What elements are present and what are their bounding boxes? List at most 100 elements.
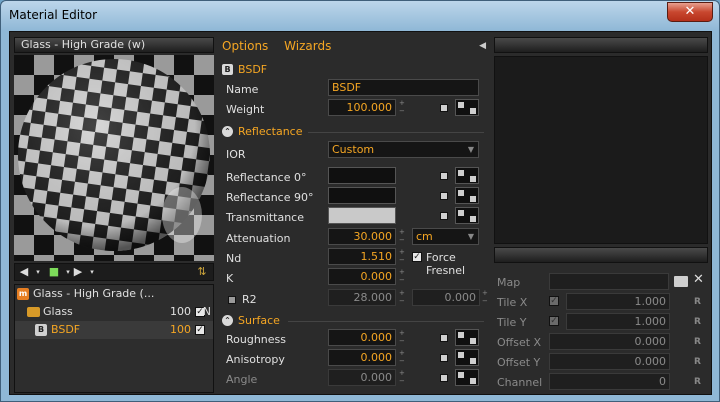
nd-label: Nd (226, 252, 242, 265)
offset-y-reset-button[interactable]: R (694, 357, 701, 367)
force-fresnel-checkbox[interactable]: ✓ (412, 252, 422, 262)
angle-spinner[interactable]: + − (399, 369, 405, 385)
channel-reset-button[interactable]: R (694, 377, 701, 387)
name-input[interactable]: BSDF (328, 79, 479, 96)
reflectance-90-label: Reflectance 90° (226, 191, 314, 204)
roughness-spinner[interactable]: + − (399, 329, 405, 345)
tile-y-checkbox[interactable]: ✓ (549, 316, 559, 326)
angle-texture-button[interactable] (455, 369, 479, 386)
reflectance-0-color[interactable] (328, 167, 396, 184)
dropdown-arrow-icon[interactable]: ▾ (85, 266, 99, 278)
menu-bar: Options Wizards (222, 39, 343, 53)
weight-label: Weight (226, 103, 265, 116)
bsdf-section-icon: B (222, 64, 233, 75)
dropdown-arrow-icon[interactable]: ▾ (31, 266, 45, 278)
forward-arrow-icon[interactable]: ▶ (71, 266, 85, 278)
back-arrow-icon[interactable]: ◀ (17, 266, 31, 278)
chevron-down-icon: ▼ (467, 145, 474, 154)
angle-label: Angle (226, 373, 258, 386)
close-button[interactable]: ✕ (667, 2, 713, 22)
map-path-input[interactable] (549, 273, 669, 290)
nd-input[interactable]: 1.510 (328, 248, 396, 265)
r2-input-2[interactable]: 0.000 (412, 289, 480, 306)
anisotropy-texture-button[interactable] (455, 349, 479, 366)
tile-x-input[interactable]: 1.000 (566, 293, 670, 310)
editor-client-area: Glass - High Grade (w) ◀ ▾ ■ ▾ ▶ ▾ ⇅ m G… (9, 31, 712, 395)
channel-label: Channel (497, 376, 543, 389)
r2-spinner-2[interactable]: + − (482, 289, 488, 305)
options-menu[interactable]: Options (222, 39, 268, 53)
r2-spinner[interactable]: + − (399, 289, 405, 305)
tile-x-checkbox[interactable]: ✓ (549, 296, 559, 306)
offset-x-input[interactable]: 0.000 (549, 333, 670, 350)
section-reflectance[interactable]: ⌃ Reflectance (222, 125, 303, 138)
section-surface[interactable]: ⌃ Surface (222, 314, 280, 327)
add-material-icon[interactable]: ■ (47, 266, 61, 278)
reflectance-90-color[interactable] (328, 187, 396, 204)
tile-x-reset-button[interactable]: R (694, 297, 701, 307)
anisotropy-map-checkbox[interactable] (440, 354, 448, 362)
roughness-input[interactable]: 0.000 (328, 329, 396, 346)
angle-input[interactable]: 0.000 (328, 369, 396, 386)
channel-input[interactable]: 0 (549, 373, 670, 390)
reflectance-0-texture-button[interactable] (455, 167, 479, 184)
name-label: Name (226, 83, 259, 96)
attenuation-unit-dropdown[interactable]: cm ▼ (412, 228, 479, 245)
transmittance-color[interactable] (328, 207, 396, 224)
texture-preview-area[interactable] (494, 56, 708, 244)
collapse-arrow-icon[interactable]: ◀ (479, 41, 486, 51)
material-preview[interactable] (14, 55, 214, 261)
attenuation-label: Attenuation (226, 232, 291, 245)
offset-y-input[interactable]: 0.000 (549, 353, 670, 370)
weight-spinner[interactable]: + − (399, 99, 405, 115)
attenuation-spinner[interactable]: + − (399, 228, 405, 244)
ior-label: IOR (226, 148, 246, 161)
r2-checkbox[interactable] (228, 296, 236, 304)
tile-y-label: Tile Y (497, 316, 527, 329)
tile-y-input[interactable]: 1.000 (566, 313, 670, 330)
offset-x-reset-button[interactable]: R (694, 337, 701, 347)
tree-item-value: 100 (170, 323, 191, 336)
wizards-menu[interactable]: Wizards (284, 39, 331, 53)
title-bar[interactable]: Material Editor ✕ (1, 1, 719, 31)
r2-input[interactable]: 28.000 (328, 289, 396, 306)
clear-map-icon[interactable]: ✕ (693, 272, 704, 287)
collapse-icon: ⌃ (222, 126, 233, 137)
k-spinner[interactable]: + − (399, 268, 405, 284)
transmittance-label: Transmittance (226, 211, 304, 224)
weight-input[interactable]: 100.000 (328, 99, 396, 116)
tile-y-reset-button[interactable]: R (694, 317, 701, 327)
ior-dropdown[interactable]: Custom ▼ (328, 141, 479, 158)
k-input[interactable]: 0.000 (328, 268, 396, 285)
section-bsdf[interactable]: B BSDF (222, 63, 267, 76)
roughness-texture-button[interactable] (455, 329, 479, 346)
angle-map-checkbox[interactable] (440, 374, 448, 382)
tree-item-label: Glass - High Grade (... (33, 287, 155, 300)
transmittance-map-checkbox[interactable] (440, 212, 448, 220)
collapse-icon: ⌃ (222, 315, 233, 326)
roughness-map-checkbox[interactable] (440, 334, 448, 342)
transmittance-texture-button[interactable] (455, 207, 479, 224)
tree-item-checkbox[interactable]: ✓ (195, 325, 205, 335)
nd-spinner[interactable]: + − (399, 248, 405, 264)
material-badge-icon: m (17, 288, 29, 300)
tree-row[interactable]: Glass 100 ✓ N (15, 303, 213, 321)
reflectance-0-map-checkbox[interactable] (440, 172, 448, 180)
material-tree: m Glass - High Grade (... Glass 100 ✓ N … (14, 284, 214, 393)
folder-icon[interactable] (674, 276, 688, 287)
anisotropy-spinner[interactable]: + − (399, 349, 405, 365)
weight-map-checkbox[interactable] (440, 104, 448, 112)
tree-row[interactable]: m Glass - High Grade (... (15, 285, 213, 303)
window-title: Material Editor (9, 8, 98, 22)
weight-texture-button[interactable] (455, 99, 479, 116)
bsdf-badge-icon: B (35, 324, 47, 336)
reflectance-90-map-checkbox[interactable] (440, 192, 448, 200)
texture-panel: Map ✕ Tile X ✓ 1.000 R Tile Y ✓ 1.000 R … (494, 37, 710, 393)
properties-panel: Options Wizards ◀ B BSDF Name BSDF Weigh… (218, 37, 490, 393)
ior-value: Custom (332, 143, 375, 156)
tree-row[interactable]: B BSDF 100 ✓ (15, 321, 213, 339)
anisotropy-input[interactable]: 0.000 (328, 349, 396, 366)
attenuation-input[interactable]: 30.000 (328, 228, 396, 245)
reflectance-90-texture-button[interactable] (455, 187, 479, 204)
swap-icon[interactable]: ⇅ (195, 266, 209, 278)
